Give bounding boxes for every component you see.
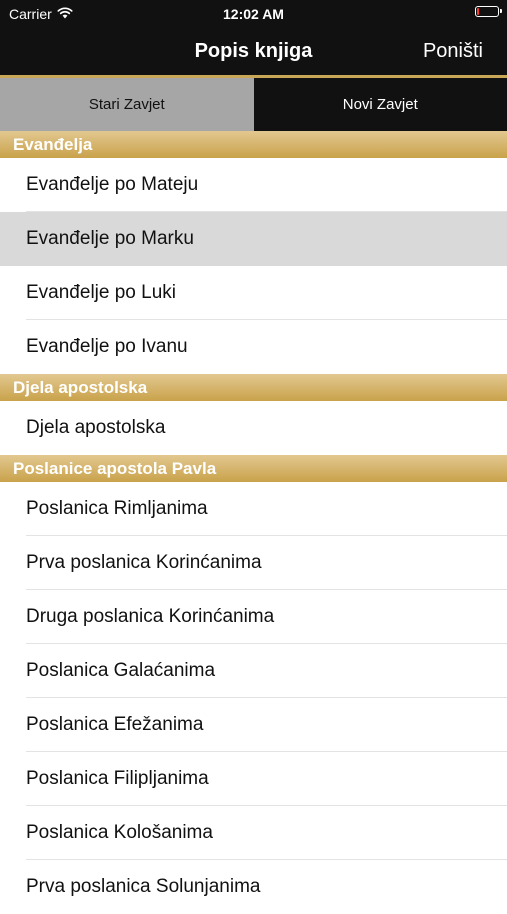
book-label: Evanđelje po Mateju: [26, 174, 198, 196]
book-label: Evanđelje po Ivanu: [26, 336, 188, 358]
section-header-gospels: Evanđelja: [0, 131, 507, 158]
book-row[interactable]: Poslanica Galaćanima: [0, 644, 507, 698]
book-label: Poslanica Efežanima: [26, 714, 203, 736]
book-row[interactable]: Evanđelje po Ivanu: [0, 320, 507, 374]
book-label: Prva poslanica Solunjanima: [26, 876, 260, 898]
book-row[interactable]: Druga poslanica Korinćanima: [0, 590, 507, 644]
book-label: Evanđelje po Marku: [26, 228, 194, 250]
section-header-pauline-epistles: Poslanice apostola Pavla: [0, 455, 507, 482]
book-label: Poslanica Filipljanima: [26, 768, 209, 790]
book-row[interactable]: Poslanica Kološanima: [0, 806, 507, 860]
book-label: Prva poslanica Korinćanima: [26, 552, 262, 574]
testament-segmented-control: Stari Zavjet Novi Zavjet: [0, 78, 507, 131]
battery-level: [477, 8, 479, 15]
status-bar: Carrier 12:02 AM: [0, 0, 507, 28]
book-label: Poslanica Rimljanima: [26, 498, 208, 520]
book-row[interactable]: Djela apostolska: [0, 401, 507, 455]
battery-icon: [475, 6, 499, 17]
book-label: Evanđelje po Luki: [26, 282, 176, 304]
book-label: Djela apostolska: [26, 417, 165, 439]
book-label: Druga poslanica Korinćanima: [26, 606, 274, 628]
navigation-bar: Carrier 12:02 AM Popis knjiga Poništi: [0, 0, 507, 77]
book-label: Poslanica Kološanima: [26, 822, 213, 844]
book-row[interactable]: Poslanica Filipljanima: [0, 752, 507, 806]
segment-new-testament[interactable]: Novi Zavjet: [254, 78, 507, 131]
section-header-acts: Djela apostolska: [0, 374, 507, 401]
book-label: Poslanica Galaćanima: [26, 660, 215, 682]
book-row[interactable]: Evanđelje po Mateju: [0, 158, 507, 212]
book-row[interactable]: Prva poslanica Solunjanima: [0, 860, 507, 914]
status-time: 12:02 AM: [0, 6, 507, 22]
cancel-button[interactable]: Poništi: [423, 40, 483, 63]
book-row[interactable]: Poslanica Rimljanima: [0, 482, 507, 536]
book-row[interactable]: Poslanica Efežanima: [0, 698, 507, 752]
battery-nub: [500, 9, 502, 13]
book-list: Evanđelja Evanđelje po Mateju Evanđelje …: [0, 131, 507, 914]
segment-old-testament[interactable]: Stari Zavjet: [0, 78, 254, 131]
book-row[interactable]: Prva poslanica Korinćanima: [0, 536, 507, 590]
book-row[interactable]: Evanđelje po Luki: [0, 266, 507, 320]
book-row-selected[interactable]: Evanđelje po Marku: [0, 212, 507, 266]
